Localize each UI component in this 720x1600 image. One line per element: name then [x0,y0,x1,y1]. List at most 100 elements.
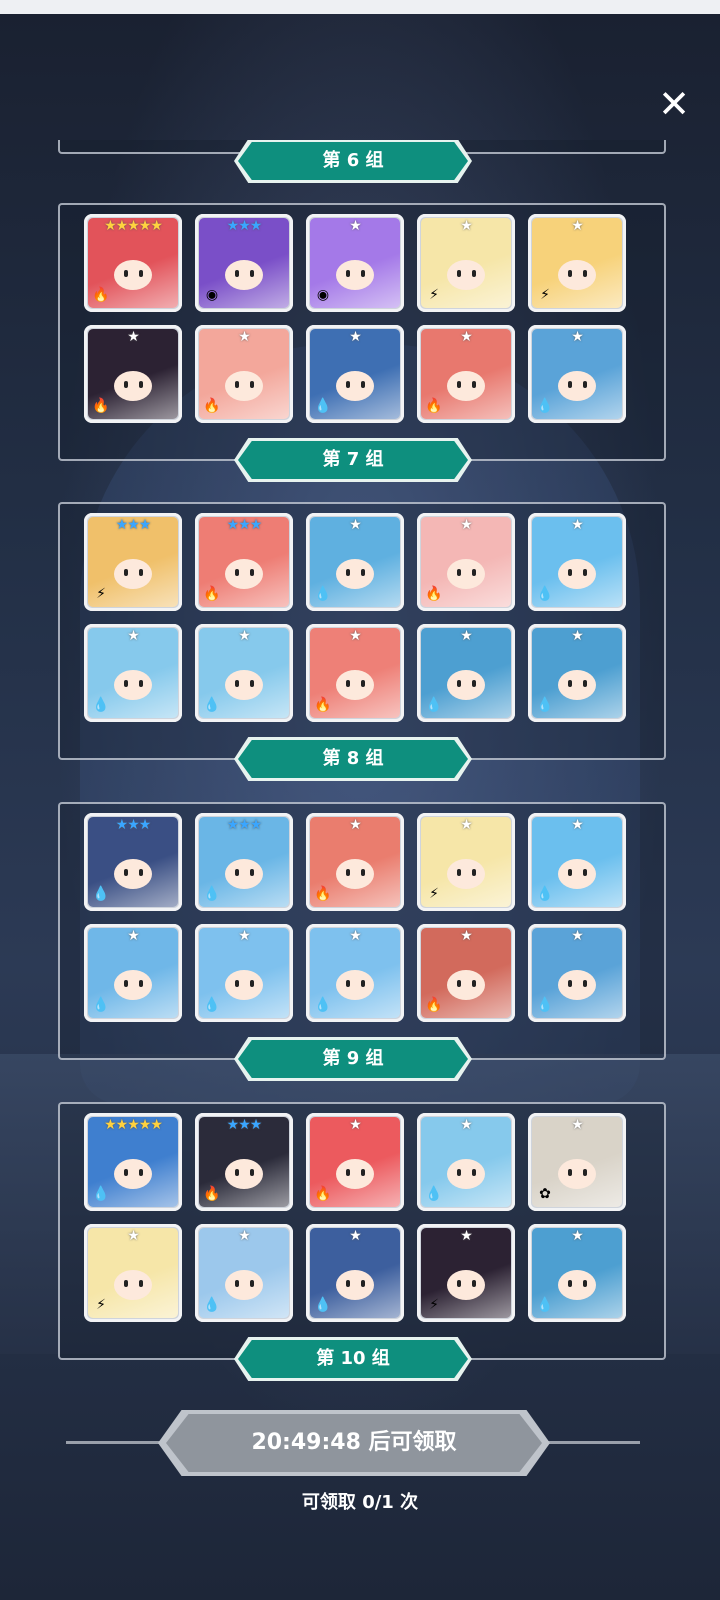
hero-card[interactable]: ★ 🔥 [195,325,293,423]
hero-eye [457,569,461,576]
star-rating: ★ [571,218,584,234]
hero-card[interactable]: ★ 💧 [195,924,293,1022]
hero-eye [583,980,587,987]
hero-card[interactable]: ★★★ ◉ [195,214,293,312]
group-list[interactable]: 第 6 组 ★★★★★ 🔥 ★★★ ◉ ★ ◉ ★ ⚡ ★ ⚡ ★ 🔥 ★ 🔥 ★ 💧 ★ 🔥 ★ 💧 第 7 组 ★… [0,140,720,1390]
hero-card[interactable]: ★ 💧 [84,924,182,1022]
hero-eye [472,1169,476,1176]
hero-eye [139,680,143,687]
hero-card[interactable]: ★ ◉ [306,214,404,312]
water-element-icon: 💧 [203,886,221,902]
hero-face [225,371,263,401]
hero-card[interactable]: ★ 💧 [528,325,626,423]
hero-card[interactable]: ★ ✿ [528,1113,626,1211]
hero-card[interactable]: ★ 💧 [84,624,182,722]
hero-card[interactable]: ★ 💧 [306,513,404,611]
hero-card[interactable]: ★ 🔥 [306,813,404,911]
star-rating: ★ [349,1228,362,1244]
hero-face [114,1159,152,1189]
hero-eye [583,1280,587,1287]
hero-card[interactable]: ★ 💧 [528,924,626,1022]
hero-face [225,559,263,589]
hero-card[interactable]: ★ ⚡ [528,214,626,312]
light-element-icon: ⚡ [540,287,550,303]
star-rating: ★ [127,329,140,345]
hero-eye [124,980,128,987]
hero-card[interactable]: ★★★ ⚡ [84,513,182,611]
hero-eye [568,270,572,277]
close-icon[interactable]: ✕ [654,84,694,124]
claim-count: 可领取 0/1 次 [301,1492,419,1513]
hero-card[interactable]: ★ 💧 [417,1113,515,1211]
hero-eye [361,381,365,388]
hero-card[interactable]: ★ 💧 [195,1224,293,1322]
hero-face [114,1270,152,1300]
hero-face [225,970,263,1000]
hero-card[interactable]: ★ 🔥 [417,924,515,1022]
hero-eye [583,569,587,576]
hero-face [447,859,485,889]
hero-card[interactable]: ★★★ 💧 [195,813,293,911]
hero-card[interactable]: ★ ⚡ [84,1224,182,1322]
hero-card[interactable]: ★ ⚡ [417,214,515,312]
hero-face [225,1270,263,1300]
hero-eye [361,680,365,687]
hero-eye [139,1169,143,1176]
hero-card[interactable]: ★ ⚡ [417,813,515,911]
hero-eye [250,680,254,687]
wind-element-icon: ✿ [539,1186,551,1202]
group-label: 第 10 组 [238,1340,468,1378]
fire-element-icon: 🔥 [203,1186,221,1202]
group-box: ★★★★★ 💧 ★★★ 🔥 ★ 🔥 ★ 💧 ★ ✿ ★ ⚡ ★ 💧 ★ 💧 ★ ⚡ ★ 💧 [58,1102,666,1360]
hero-face [447,1270,485,1300]
hero-face [114,260,152,290]
star-rating: ★ [349,1117,362,1133]
hero-card[interactable]: ★★★★★ 🔥 [84,214,182,312]
hero-eye [583,680,587,687]
star-rating: ★★★ [226,218,263,234]
hero-card[interactable]: ★★★★★ 💧 [84,1113,182,1211]
hero-face [114,371,152,401]
fire-element-icon: 🔥 [92,287,110,303]
hero-card[interactable]: ★ 💧 [306,924,404,1022]
hero-eye [568,680,572,687]
water-element-icon: 💧 [425,697,443,713]
star-rating: ★★★★★ [104,218,163,234]
hero-card[interactable]: ★ 🔥 [306,1113,404,1211]
hero-eye [250,381,254,388]
hero-card[interactable]: ★ 💧 [417,624,515,722]
hero-face [225,260,263,290]
star-rating: ★★★ [226,517,263,533]
hero-card[interactable]: ★ 💧 [528,624,626,722]
hero-card[interactable]: ★ 💧 [306,325,404,423]
hero-eye [250,1169,254,1176]
hero-card[interactable]: ★ 💧 [528,513,626,611]
hero-card[interactable]: ★ 🔥 [417,325,515,423]
hero-card[interactable]: ★ 🔥 [84,325,182,423]
hero-eye [361,869,365,876]
hero-eye [124,569,128,576]
hero-eye [346,1169,350,1176]
star-rating: ★★★ [115,817,152,833]
star-rating: ★ [238,1228,251,1244]
hero-card[interactable]: ★★★ 💧 [84,813,182,911]
hero-card[interactable]: ★★★ 🔥 [195,1113,293,1211]
hero-eye [457,270,461,277]
status-bar [0,0,720,14]
hero-card[interactable]: ★ 💧 [195,624,293,722]
light-element-icon: ⚡ [429,1297,439,1313]
hero-card[interactable]: ★★★ 🔥 [195,513,293,611]
hero-eye [346,980,350,987]
dark-element-icon: ◉ [205,287,219,303]
hero-card[interactable]: ★ 🔥 [417,513,515,611]
hero-eye [235,569,239,576]
hero-card[interactable]: ★ 💧 [306,1224,404,1322]
light-element-icon: ⚡ [96,586,106,602]
hero-card[interactable]: ★ ⚡ [417,1224,515,1322]
hero-card[interactable]: ★ 💧 [528,1224,626,1322]
hero-card[interactable]: ★ 💧 [528,813,626,911]
hero-face [336,1270,374,1300]
group-box: ★★★ ⚡ ★★★ 🔥 ★ 💧 ★ 🔥 ★ 💧 ★ 💧 ★ 💧 ★ 🔥 ★ 💧 ★ 💧 [58,502,666,760]
hero-card[interactable]: ★ 🔥 [306,624,404,722]
hero-face [336,1159,374,1189]
